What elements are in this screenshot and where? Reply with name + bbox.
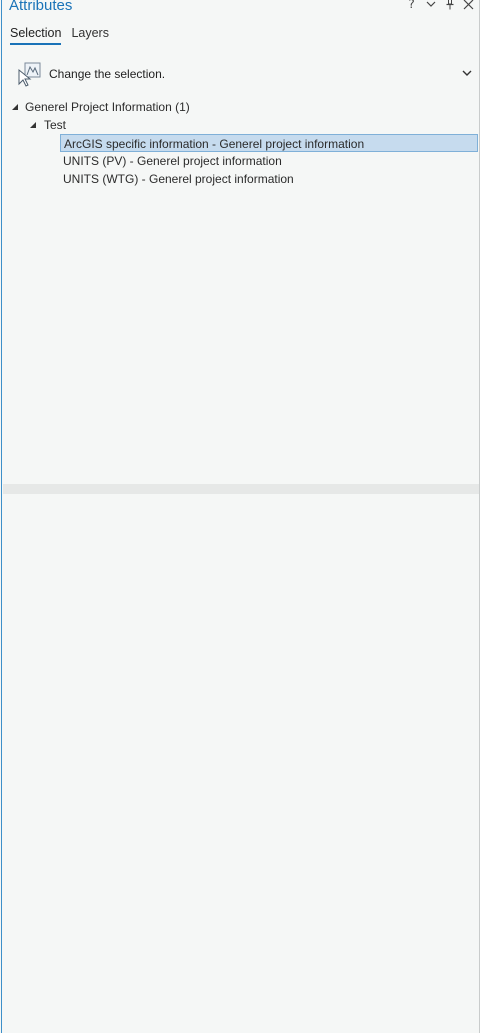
- change-selection-icon: [18, 62, 41, 87]
- tree-leaf-label: UNITS (PV) - Generel project information: [63, 154, 282, 168]
- title-controls: ?: [406, 0, 474, 11]
- tree-leaf-units-wtg[interactable]: UNITS (WTG) - Generel project informatio…: [60, 170, 480, 188]
- change-selection-label: Change the selection.: [49, 67, 166, 81]
- tree-node-root-label: Generel Project Information (1): [25, 100, 190, 114]
- chevron-down-icon: [462, 70, 472, 76]
- tree-leaf-units-pv[interactable]: UNITS (PV) - Generel project information: [60, 152, 480, 170]
- chevron-down-icon: [426, 1, 435, 7]
- close-button[interactable]: [463, 0, 474, 10]
- attributes-pane: Attributes ? Selection Layers Change the…: [0, 0, 480, 1033]
- tree-leaf-arcgis-info[interactable]: ArcGIS specific information - Generel pr…: [60, 134, 478, 152]
- pane-splitter[interactable]: [3, 484, 479, 494]
- tree-node-test-label: Test: [44, 118, 67, 132]
- pin-button[interactable]: [444, 0, 455, 10]
- help-icon: ?: [408, 0, 415, 11]
- expanded-triangle-icon: [30, 122, 36, 128]
- tree-leaf-label: UNITS (WTG) - Generel project informatio…: [63, 172, 294, 186]
- pane-tabs: Selection Layers: [10, 26, 109, 45]
- options-button[interactable]: [425, 0, 436, 10]
- pin-icon: [446, 0, 453, 10]
- tree-leaf-label: ArcGIS specific information - Generel pr…: [64, 137, 365, 151]
- tab-selection[interactable]: Selection: [10, 26, 62, 45]
- help-button[interactable]: ?: [406, 0, 417, 11]
- pane-left-border: [1, 0, 2, 1033]
- close-icon: [463, 0, 474, 9]
- change-selection-dropdown[interactable]: Change the selection.: [16, 60, 474, 88]
- expanded-triangle-icon: [12, 104, 18, 110]
- tab-layers[interactable]: Layers: [71, 26, 109, 45]
- pane-title: Attributes: [9, 0, 73, 14]
- tree-node-test[interactable]: Test: [28, 116, 228, 134]
- tree-node-root[interactable]: Generel Project Information (1): [10, 98, 310, 116]
